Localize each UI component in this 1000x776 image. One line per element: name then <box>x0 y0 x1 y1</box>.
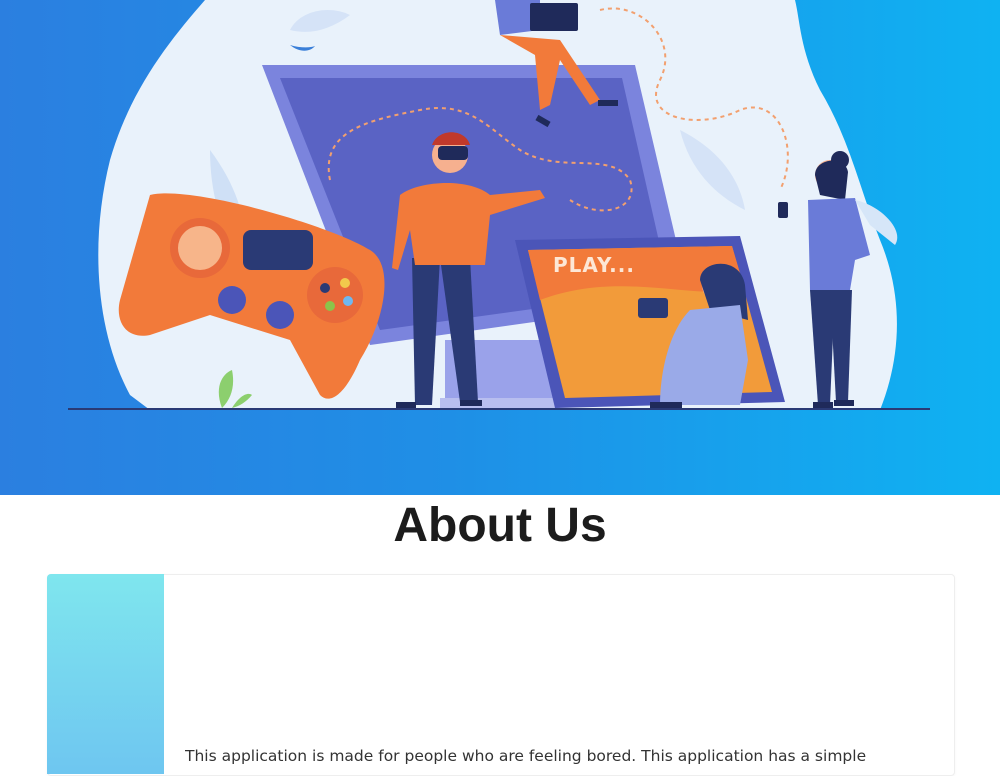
hero-banner: PLAY... <box>0 0 1000 495</box>
gaming-illustration <box>68 0 930 410</box>
about-card-accent <box>47 574 164 774</box>
tablet-screen-text: PLAY... <box>553 253 635 277</box>
about-us-heading: About Us <box>393 499 607 552</box>
about-description: This application is made for people who … <box>185 746 867 765</box>
